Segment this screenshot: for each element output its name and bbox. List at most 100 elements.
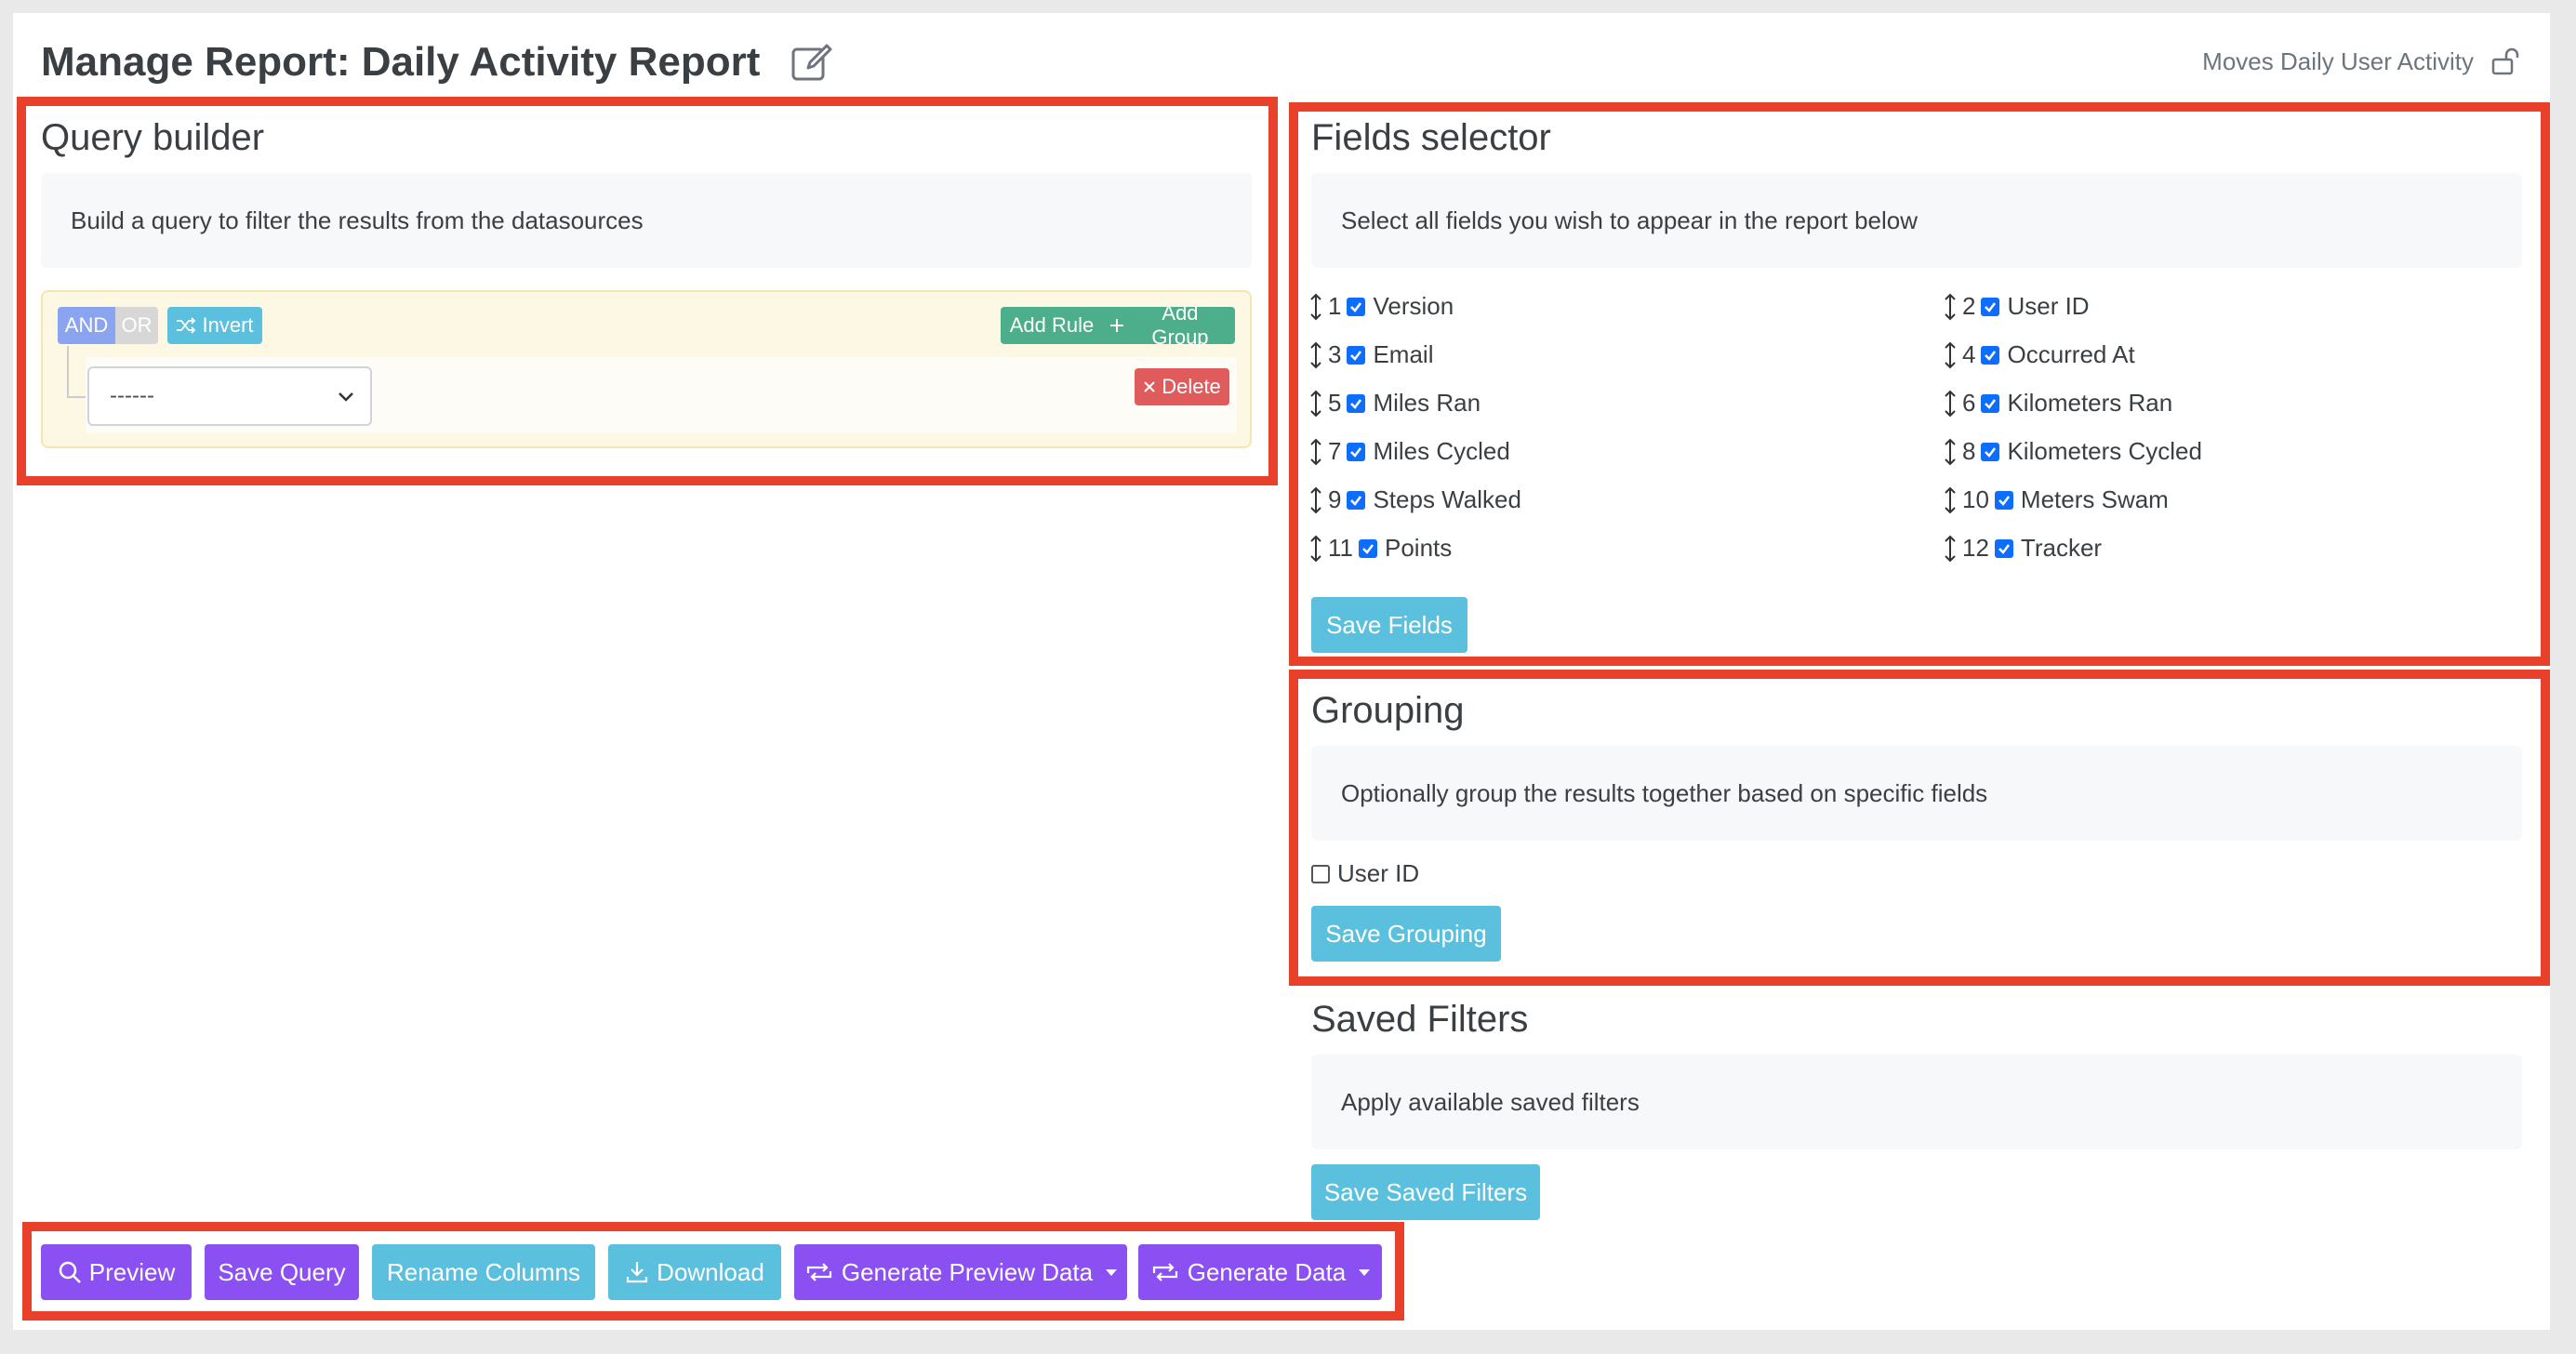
unlock-icon[interactable]	[2490, 46, 2520, 76]
field-number: 12	[1962, 534, 1989, 562]
sort-handle-icon[interactable]	[1944, 293, 1957, 321]
datasource-link[interactable]: Moves Daily User Activity	[2202, 46, 2520, 76]
field-item[interactable]: 10 Meters Swam	[1944, 485, 2169, 514]
save-query-button[interactable]: Save Query	[205, 1244, 359, 1300]
grouping-option-label: User ID	[1337, 859, 1420, 887]
field-checkbox[interactable]	[1981, 442, 2000, 461]
sort-handle-icon[interactable]	[1309, 390, 1322, 418]
field-number: 2	[1962, 292, 1976, 320]
field-checkbox[interactable]	[1994, 538, 2013, 558]
sort-handle-icon[interactable]	[1309, 341, 1322, 369]
add-group-button[interactable]: Add Group	[1103, 301, 1235, 349]
field-checkbox[interactable]	[1347, 345, 1366, 365]
and-toggle[interactable]: AND	[58, 307, 115, 344]
field-number: 9	[1328, 485, 1342, 513]
field-checkbox[interactable]	[1359, 538, 1377, 558]
invert-label: Invert	[202, 313, 254, 337]
field-number: 10	[1962, 485, 1989, 513]
field-checkbox[interactable]	[1347, 490, 1366, 510]
generate-preview-data-label: Generate Preview Data	[841, 1257, 1094, 1286]
field-item[interactable]: 6 Kilometers Ran	[1944, 389, 2172, 418]
shuffle-icon	[177, 317, 196, 334]
field-checkbox[interactable]	[1347, 297, 1366, 316]
grouping-hint: Optionally group the results together ba…	[1311, 746, 2522, 841]
sort-handle-icon[interactable]	[1944, 341, 1957, 369]
search-icon	[59, 1261, 81, 1283]
sort-handle-icon[interactable]	[1309, 293, 1322, 321]
field-item[interactable]: 7 Miles Cycled	[1309, 437, 1510, 466]
field-checkbox[interactable]	[1347, 442, 1366, 461]
close-icon	[1144, 381, 1155, 392]
field-item[interactable]: 2 User ID	[1944, 292, 2090, 321]
or-toggle[interactable]: OR	[115, 307, 158, 344]
field-item[interactable]: 12 Tracker	[1944, 534, 2102, 563]
sort-handle-icon[interactable]	[1309, 535, 1322, 563]
field-checkbox[interactable]	[1347, 393, 1366, 413]
generate-data-button[interactable]: Generate Data	[1138, 1244, 1382, 1300]
grouping-checkbox[interactable]	[1311, 864, 1330, 883]
field-checkbox[interactable]	[1981, 297, 2000, 316]
refresh-icon	[806, 1263, 831, 1281]
field-item[interactable]: 11 Points	[1309, 534, 1452, 563]
invert-button[interactable]: Invert	[167, 307, 262, 344]
field-label: Steps Walked	[1373, 485, 1521, 513]
field-checkbox[interactable]	[1994, 490, 2013, 510]
query-builder-title: Query builder	[41, 117, 265, 158]
download-button[interactable]: Download	[608, 1244, 781, 1300]
field-label: Miles Ran	[1373, 389, 1481, 417]
field-number: 5	[1328, 389, 1342, 417]
field-checkbox[interactable]	[1981, 393, 2000, 413]
save-fields-button[interactable]: Save Fields	[1311, 597, 1467, 653]
field-label: Tracker	[2020, 534, 2103, 562]
sort-handle-icon[interactable]	[1944, 438, 1957, 466]
page-title: Manage Report: Daily Activity Report	[41, 39, 834, 86]
field-number: 11	[1328, 534, 1353, 562]
page-title-text: Manage Report: Daily Activity Report	[41, 39, 761, 85]
chevron-down-icon	[339, 392, 353, 402]
refresh-icon	[1152, 1263, 1177, 1281]
field-label: Points	[1385, 534, 1453, 562]
download-icon	[627, 1262, 648, 1283]
field-item[interactable]: 4 Occurred At	[1944, 340, 2135, 369]
fields-selector-title: Fields selector	[1311, 117, 1551, 158]
save-grouping-button[interactable]: Save Grouping	[1311, 906, 1501, 962]
field-item[interactable]: 3 Email	[1309, 340, 1433, 369]
sort-handle-icon[interactable]	[1309, 486, 1322, 514]
field-item[interactable]: 8 Kilometers Cycled	[1944, 437, 2202, 466]
add-rule-button[interactable]: Add Rule	[1001, 307, 1103, 344]
field-label: Occurred At	[2007, 340, 2135, 368]
sort-handle-icon[interactable]	[1309, 438, 1322, 466]
rename-columns-button[interactable]: Rename Columns	[372, 1244, 595, 1300]
field-label: Kilometers Ran	[2007, 389, 2173, 417]
field-item[interactable]: 1 Version	[1309, 292, 1454, 321]
saved-filters-title: Saved Filters	[1311, 999, 1529, 1040]
field-number: 3	[1328, 340, 1342, 368]
field-number: 4	[1962, 340, 1976, 368]
field-item[interactable]: 5 Miles Ran	[1309, 389, 1481, 418]
save-saved-filters-button[interactable]: Save Saved Filters	[1311, 1164, 1540, 1220]
rule-field-select[interactable]: ------	[87, 366, 372, 426]
sort-handle-icon[interactable]	[1944, 486, 1957, 514]
sort-handle-icon[interactable]	[1944, 390, 1957, 418]
field-label: Miles Cycled	[1373, 437, 1510, 465]
preview-label: Preview	[88, 1257, 176, 1286]
grouping-option[interactable]: User ID	[1311, 859, 1419, 888]
field-label: Version	[1373, 292, 1454, 320]
field-item[interactable]: 9 Steps Walked	[1309, 485, 1521, 514]
caret-down-icon	[1106, 1268, 1118, 1276]
saved-filters-hint: Apply available saved filters	[1311, 1055, 2522, 1149]
field-number: 7	[1328, 437, 1342, 465]
generate-preview-data-button[interactable]: Generate Preview Data	[794, 1244, 1127, 1300]
field-number: 8	[1962, 437, 1976, 465]
delete-rule-button[interactable]: Delete	[1135, 368, 1229, 405]
sort-handle-icon[interactable]	[1944, 535, 1957, 563]
query-builder-group: AND OR Invert Add Rule Add Group ------ …	[41, 290, 1252, 448]
rule-field-value: ------	[110, 383, 154, 408]
field-label: Kilometers Cycled	[2007, 437, 2202, 465]
field-label: Meters Swam	[2020, 485, 2169, 513]
preview-button[interactable]: Preview	[41, 1244, 192, 1300]
edit-icon[interactable]	[790, 40, 834, 85]
field-checkbox[interactable]	[1981, 345, 2000, 365]
grouping-title: Grouping	[1311, 690, 1465, 731]
datasource-link-label: Moves Daily User Activity	[2202, 46, 2474, 75]
